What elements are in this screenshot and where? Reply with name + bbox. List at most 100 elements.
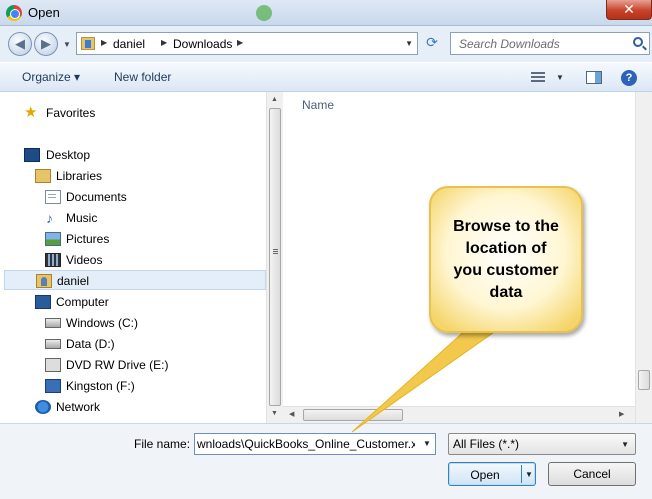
nav-item-kingston-f[interactable]: Kingston (F:) xyxy=(0,376,266,396)
nav-label: DVD RW Drive (E:) xyxy=(66,358,169,372)
nav-label: Libraries xyxy=(56,169,103,183)
nav-item-desktop[interactable]: Desktop xyxy=(0,145,266,165)
breadcrumb-separator-icon[interactable]: ▶ xyxy=(161,38,167,47)
search-icon[interactable] xyxy=(633,37,643,47)
network-icon xyxy=(35,400,51,414)
file-name-dropdown-icon[interactable]: ▼ xyxy=(420,435,434,453)
nav-item-pictures[interactable]: Pictures xyxy=(0,229,266,249)
nav-item-videos[interactable]: Videos xyxy=(0,250,266,270)
nav-label: Videos xyxy=(66,253,103,267)
back-arrow-icon: ◀ xyxy=(15,36,25,51)
file-type-select[interactable]: All Files (*.*) ▼ xyxy=(448,433,636,455)
change-view-icon[interactable] xyxy=(531,72,545,83)
user-folder-icon xyxy=(36,274,52,288)
nav-label: Documents xyxy=(66,190,127,204)
callout-line: data xyxy=(489,284,523,301)
nav-label: Desktop xyxy=(46,148,91,162)
hard-drive-icon xyxy=(45,339,61,349)
nav-label: Favorites xyxy=(46,106,96,120)
breadcrumb-separator-icon[interactable]: ▶ xyxy=(237,38,243,47)
new-folder-button[interactable]: New folder xyxy=(114,70,171,84)
nav-label: Data (D:) xyxy=(66,337,115,351)
command-toolbar: Organize ▾ New folder ▼ ? xyxy=(0,62,652,92)
close-button[interactable]: ✕ xyxy=(606,0,652,20)
breadcrumb-separator-icon[interactable]: ▶ xyxy=(101,38,107,47)
chrome-icon xyxy=(6,5,22,21)
address-bar[interactable]: ▶ daniel ▶ Downloads ▶ ▼ xyxy=(76,32,418,55)
nav-label: Kingston (F:) xyxy=(66,379,135,393)
nav-item-windows-c[interactable]: Windows (C:) xyxy=(0,313,266,333)
background-app-icon xyxy=(256,5,272,21)
organize-button[interactable]: Organize ▾ xyxy=(22,70,80,84)
refresh-icon: ⟳ xyxy=(426,34,438,50)
view-options-chevron-icon[interactable]: ▼ xyxy=(556,73,564,82)
nav-item-documents[interactable]: Documents xyxy=(0,187,266,207)
open-label: Open xyxy=(470,468,500,482)
nav-item-libraries[interactable]: Libraries xyxy=(0,166,266,186)
title-bar: Open ✕ xyxy=(0,0,652,26)
open-options-chevron-icon[interactable]: ▼ xyxy=(525,470,533,479)
scroll-right-icon[interactable]: ▶ xyxy=(619,410,624,418)
usb-drive-icon xyxy=(45,379,61,393)
nav-item-computer[interactable]: Computer xyxy=(0,292,266,312)
nav-label: Network xyxy=(56,400,101,414)
address-dropdown-icon[interactable]: ▼ xyxy=(405,39,413,48)
downloads-folder-icon xyxy=(81,37,95,50)
search-input[interactable]: Search Downloads xyxy=(450,32,650,55)
star-icon: ★ xyxy=(24,104,38,121)
grip-icon xyxy=(273,249,278,254)
dvd-drive-icon xyxy=(45,358,61,372)
scroll-down-icon[interactable]: ▼ xyxy=(271,410,278,417)
open-button[interactable]: Open ▼ xyxy=(448,462,536,486)
nav-item-daniel[interactable]: daniel xyxy=(4,270,266,290)
videos-icon xyxy=(45,253,61,267)
pictures-icon xyxy=(45,232,61,246)
column-header-name[interactable]: Name xyxy=(302,98,334,112)
nav-scrollbar[interactable]: ▲ ▼ xyxy=(266,92,283,423)
nav-item-favorites[interactable]: ★ Favorites xyxy=(0,103,266,123)
file-name-input[interactable] xyxy=(194,433,436,455)
nav-label: Windows (C:) xyxy=(66,316,139,330)
breadcrumb-downloads[interactable]: Downloads xyxy=(173,37,232,51)
forward-button[interactable]: ▶ xyxy=(34,32,58,56)
nav-scroll-thumb[interactable] xyxy=(269,108,281,406)
file-list-hscroll-thumb[interactable] xyxy=(303,409,403,421)
breadcrumb-daniel[interactable]: daniel xyxy=(113,37,145,51)
file-type-value: All Files (*.*) xyxy=(453,437,520,451)
back-button[interactable]: ◀ xyxy=(8,32,32,56)
nav-item-dvd-e[interactable]: DVD RW Drive (E:) xyxy=(0,355,266,375)
navigation-pane[interactable]: ★ Favorites Desktop Libraries Documents … xyxy=(0,92,283,423)
nav-label: Computer xyxy=(56,295,109,309)
nav-item-network[interactable]: Network xyxy=(0,397,266,417)
help-icon[interactable]: ? xyxy=(621,70,637,86)
desktop-icon xyxy=(24,148,40,162)
file-list-vscroll-thumb[interactable] xyxy=(638,370,650,390)
split-divider xyxy=(521,465,522,483)
scroll-up-icon[interactable]: ▲ xyxy=(271,96,278,103)
preview-pane-icon[interactable] xyxy=(586,71,602,84)
computer-icon xyxy=(35,295,51,309)
scroll-left-icon[interactable]: ◀ xyxy=(289,410,294,418)
file-list-horizontal-scrollbar[interactable]: ◀ ▶ xyxy=(283,406,635,423)
nav-item-data-d[interactable]: Data (D:) xyxy=(0,334,266,354)
hard-drive-icon xyxy=(45,318,61,328)
file-list-vertical-scrollbar[interactable] xyxy=(635,92,652,423)
nav-item-music[interactable]: ♪ Music xyxy=(0,208,266,228)
nav-label: Pictures xyxy=(66,232,110,246)
nav-label: daniel xyxy=(57,274,90,288)
callout-text: Browse to the location of you customer d… xyxy=(434,216,578,304)
libraries-icon xyxy=(35,169,51,183)
bottom-panel: File name: ▼ All Files (*.*) ▼ Open ▼ Ca… xyxy=(0,423,652,499)
callout-line: Browse to the xyxy=(453,218,559,235)
cancel-button[interactable]: Cancel xyxy=(548,462,636,486)
callout-line: you customer xyxy=(453,262,559,279)
chevron-down-icon: ▼ xyxy=(621,440,629,449)
documents-icon xyxy=(45,190,61,204)
callout-line: location of xyxy=(465,240,547,257)
forward-arrow-icon: ▶ xyxy=(41,36,51,51)
refresh-button[interactable]: ⟳ xyxy=(420,32,444,55)
window-title: Open xyxy=(28,5,60,20)
recent-locations-chevron-icon[interactable]: ▼ xyxy=(63,40,71,49)
address-row: ◀ ▶ ▼ ▶ daniel ▶ Downloads ▶ ▼ ⟳ Search … xyxy=(0,26,652,62)
file-name-label: File name: xyxy=(134,437,191,451)
